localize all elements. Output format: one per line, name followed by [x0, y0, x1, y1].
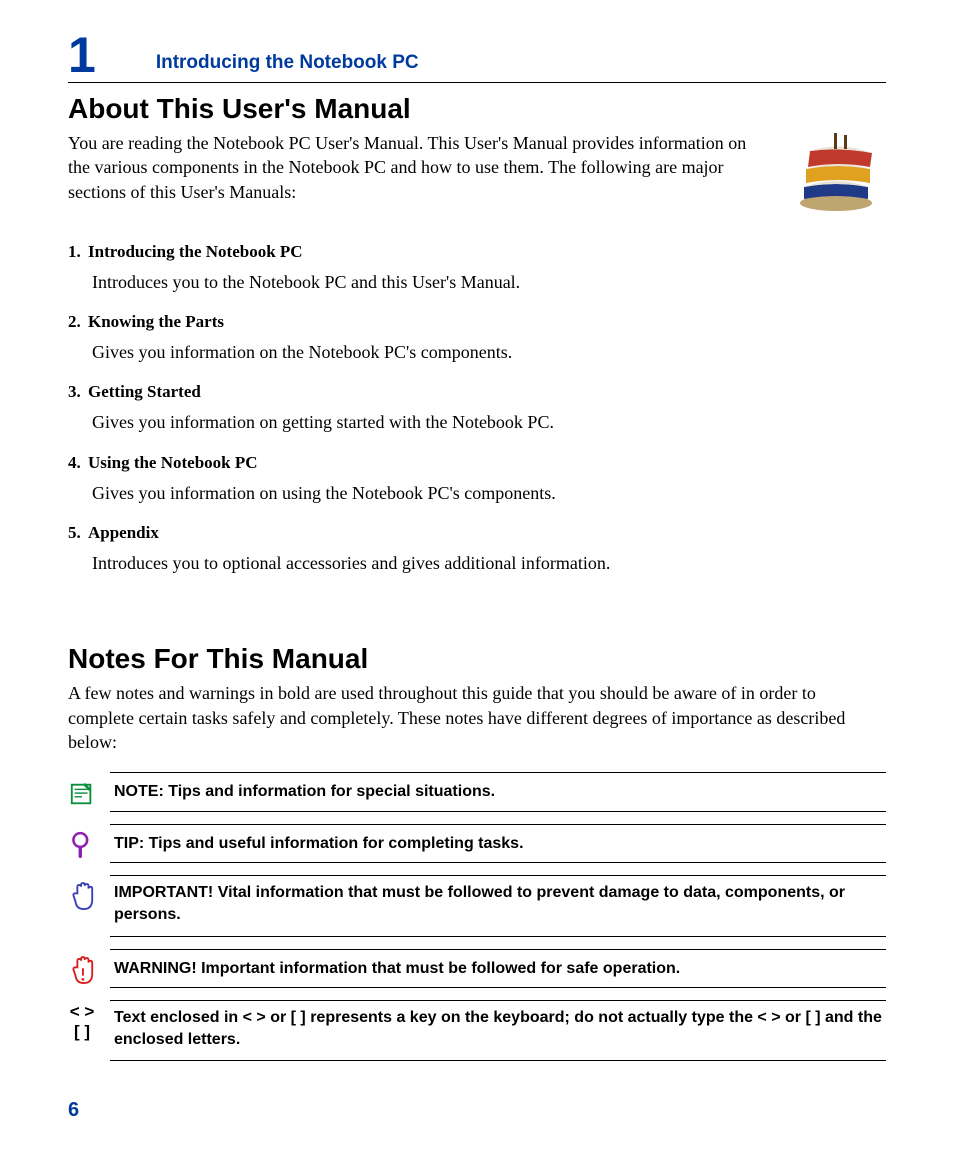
page: 1 Introducing the Notebook PC About This…	[0, 0, 954, 1162]
item-title: Introducing the Notebook PC	[88, 242, 303, 261]
note-icon	[68, 772, 96, 810]
books-icon	[786, 125, 886, 215]
list-item: 1.Introducing the Notebook PC Introduces…	[68, 242, 886, 294]
tip-text: TIP: Tips and useful information for com…	[110, 824, 886, 864]
list-item: 5.Appendix Introduces you to optional ac…	[68, 523, 886, 575]
note-important-row: IMPORTANT! Vital information that must b…	[68, 875, 886, 936]
about-intro: You are reading the Notebook PC User's M…	[68, 131, 766, 204]
item-desc: Introduces you to the Notebook PC and th…	[92, 270, 886, 294]
item-number: 3.	[68, 382, 88, 402]
item-desc: Gives you information on the Notebook PC…	[92, 340, 886, 364]
item-desc: Introduces you to optional accessories a…	[92, 551, 886, 575]
about-intro-row: You are reading the Notebook PC User's M…	[68, 131, 886, 222]
key-bracket: [ ]	[68, 1022, 96, 1042]
important-text: IMPORTANT! Vital information that must b…	[110, 875, 886, 936]
chapter-title: Introducing the Notebook PC	[156, 52, 419, 80]
item-number: 2.	[68, 312, 88, 332]
warning-text: WARNING! Important information that must…	[110, 949, 886, 989]
item-title: Appendix	[88, 523, 159, 542]
magnifier-icon	[68, 824, 96, 862]
item-desc: Gives you information on getting started…	[92, 410, 886, 434]
note-keys-row: < > [ ] Text enclosed in < > or [ ] repr…	[68, 1000, 886, 1061]
chapter-header: 1 Introducing the Notebook PC	[68, 30, 886, 83]
list-item: 3.Getting Started Gives you information …	[68, 382, 886, 434]
warning-hand-icon	[68, 949, 96, 987]
item-title: Using the Notebook PC	[88, 453, 258, 472]
item-title: Getting Started	[88, 382, 201, 401]
list-item: 2.Knowing the Parts Gives you informatio…	[68, 312, 886, 364]
note-text: NOTE: Tips and information for special s…	[110, 772, 886, 812]
item-title: Knowing the Parts	[88, 312, 224, 331]
item-number: 4.	[68, 453, 88, 473]
key-symbols-icon: < > [ ]	[68, 1000, 96, 1041]
note-warning-row: WARNING! Important information that must…	[68, 949, 886, 989]
hand-stop-icon	[68, 875, 96, 913]
item-number: 5.	[68, 523, 88, 543]
item-number: 1.	[68, 242, 88, 262]
key-angle: < >	[68, 1002, 96, 1022]
notes-heading: Notes For This Manual	[68, 643, 886, 675]
section-list: 1.Introducing the Notebook PC Introduces…	[68, 242, 886, 575]
note-tip-row: TIP: Tips and useful information for com…	[68, 824, 886, 864]
keys-text: Text enclosed in < > or [ ] represents a…	[110, 1000, 886, 1061]
item-desc: Gives you information on using the Noteb…	[92, 481, 886, 505]
chapter-number: 1	[68, 30, 96, 80]
list-item: 4.Using the Notebook PC Gives you inform…	[68, 453, 886, 505]
note-note-row: NOTE: Tips and information for special s…	[68, 772, 886, 812]
page-number: 6	[68, 1099, 886, 1122]
notes-intro: A few notes and warnings in bold are use…	[68, 681, 886, 754]
about-heading: About This User's Manual	[68, 93, 886, 125]
